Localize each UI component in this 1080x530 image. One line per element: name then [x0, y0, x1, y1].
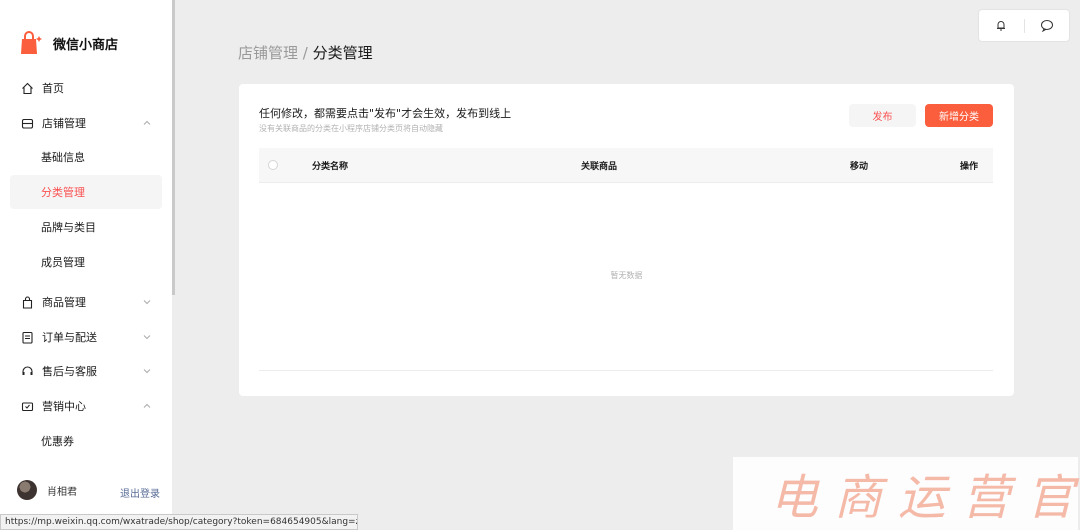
nav-category[interactable]: 分类管理 [10, 175, 162, 209]
column-category-name: 分类名称 [312, 162, 349, 172]
nav-basic-info-label: 基础信息 [41, 151, 85, 164]
nav-goods[interactable]: 商品管理 [10, 285, 162, 319]
chevron-down-icon [142, 366, 152, 376]
breadcrumb: 店铺管理 / 分类管理 [238, 42, 373, 63]
column-linked-goods: 关联商品 [581, 162, 618, 172]
chevron-up-icon [142, 118, 152, 128]
nav-marketing[interactable]: 营销中心 [10, 389, 162, 423]
nav-shop[interactable]: 店铺管理 [10, 106, 162, 140]
nav-marketing-label: 营销中心 [42, 400, 86, 413]
chevron-down-icon [142, 297, 152, 307]
chat-icon[interactable] [1025, 10, 1070, 41]
sidebar-scrollbar[interactable] [172, 0, 175, 295]
nav-members-label: 成员管理 [41, 256, 85, 269]
breadcrumb-parent[interactable]: 店铺管理 [238, 44, 298, 62]
headset-icon [20, 364, 34, 378]
user-profile[interactable]: 肖相君 [17, 480, 77, 500]
breadcrumb-separator: / [298, 44, 313, 62]
publish-button[interactable]: 发布 [849, 104, 916, 127]
status-bar-url: https://mp.weixin.qq.com/wxatrade/shop/c… [0, 514, 358, 530]
nav-shop-label: 店铺管理 [42, 117, 86, 130]
nav-orders[interactable]: 订单与配送 [10, 320, 162, 354]
shop-icon [20, 116, 34, 130]
chevron-down-icon [142, 332, 152, 342]
nav-category-label: 分类管理 [41, 186, 85, 199]
notice-subtext: 没有关联商品的分类在小程序店铺分类页将自动隐藏 [259, 124, 443, 133]
column-move: 移动 [850, 162, 869, 172]
divider [259, 370, 993, 371]
notice-text: 任何修改，都需要点击"发布"才会生效，发布到线上 [259, 107, 512, 120]
home-icon [20, 81, 34, 95]
sidebar: 微信小商店 首页 店铺管理 基础信息 分类管理 品牌与类目 成员管理 商品管理 [0, 0, 172, 530]
divider [259, 182, 993, 183]
table-header: 分类名称 关联商品 移动 操作 [259, 148, 993, 182]
order-icon [20, 330, 34, 344]
nav-aftersale-label: 售后与客服 [42, 365, 97, 378]
watermark: 电商运营官 [770, 470, 1080, 526]
nav-members[interactable]: 成员管理 [10, 245, 162, 279]
coupon-icon [20, 399, 34, 413]
nav-home-label: 首页 [42, 82, 64, 95]
empty-state: 暂无数据 [610, 271, 643, 280]
nav-goods-label: 商品管理 [42, 296, 86, 309]
category-card: 任何修改，都需要点击"发布"才会生效，发布到线上 没有关联商品的分类在小程序店铺… [239, 84, 1014, 396]
chevron-up-icon [142, 401, 152, 411]
nav-coupon[interactable]: 优惠券 [10, 424, 162, 458]
bell-icon[interactable] [979, 10, 1024, 41]
select-all-radio[interactable] [268, 160, 278, 170]
avatar [17, 480, 37, 500]
nav-home[interactable]: 首页 [10, 71, 162, 105]
bag-logo-icon [18, 30, 44, 56]
nav-brand-category[interactable]: 品牌与类目 [10, 210, 162, 244]
top-actions [978, 9, 1070, 42]
nav-coupon-label: 优惠券 [41, 435, 74, 448]
brand[interactable]: 微信小商店 [18, 30, 118, 56]
username: 肖相君 [47, 486, 77, 498]
nav-orders-label: 订单与配送 [42, 331, 97, 344]
nav-aftersale[interactable]: 售后与客服 [10, 354, 162, 388]
nav-brand-category-label: 品牌与类目 [41, 221, 96, 234]
page-title: 分类管理 [312, 44, 373, 62]
bag-icon [20, 295, 34, 309]
nav-basic-info[interactable]: 基础信息 [10, 140, 162, 174]
brand-name: 微信小商店 [53, 37, 119, 53]
column-actions: 操作 [960, 162, 979, 172]
logout-link[interactable]: 退出登录 [120, 485, 160, 500]
add-category-button[interactable]: 新增分类 [925, 104, 993, 127]
